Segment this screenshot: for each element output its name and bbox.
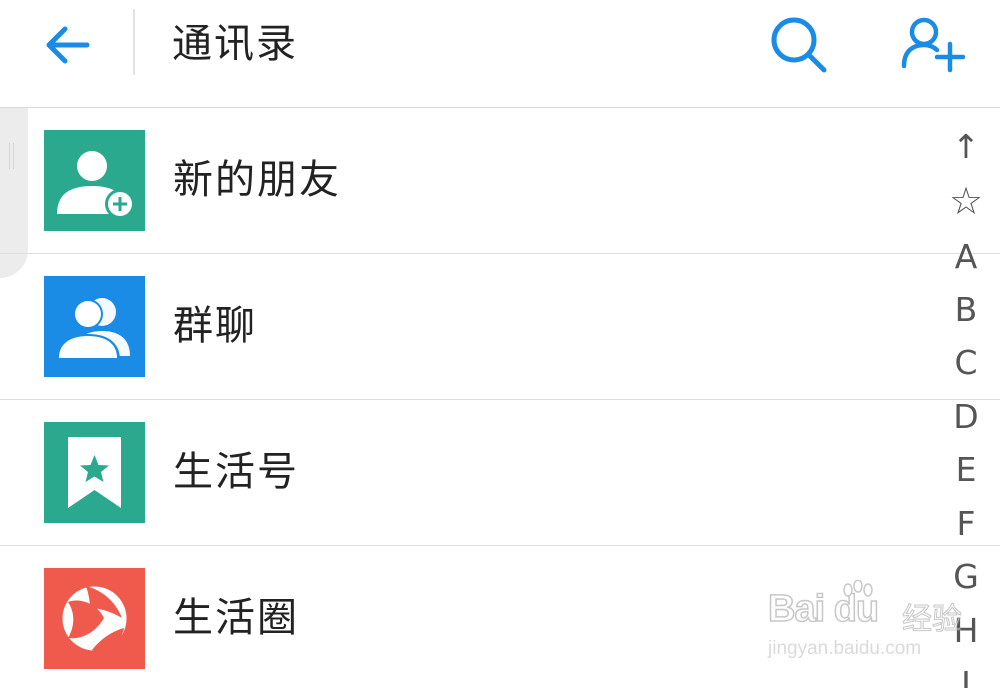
new-friend-icon <box>44 130 145 231</box>
list-item-label: 生活号 <box>173 449 299 495</box>
index-letter-e[interactable]: E <box>940 443 992 497</box>
group-chat-icon <box>44 276 145 377</box>
index-star[interactable]: ☆ <box>940 174 992 228</box>
add-contact-button[interactable] <box>898 12 968 78</box>
index-letter-f[interactable]: F <box>940 497 992 551</box>
index-letter-b[interactable]: B <box>940 283 992 337</box>
baidu-jingyan-watermark: Bai du 经验 jingyan.baidu.com <box>762 578 994 670</box>
list-item-group-chat[interactable]: 群聊 <box>0 254 1000 400</box>
header-divider <box>133 9 135 75</box>
index-letter-c[interactable]: C <box>940 336 992 390</box>
header-bar: 通讯录 <box>0 0 1000 108</box>
bookmark-star-icon <box>44 422 145 523</box>
list-item-label: 群聊 <box>173 303 257 349</box>
page-title: 通讯录 <box>172 21 298 67</box>
list-item-label: 生活圈 <box>173 595 299 641</box>
list-item-label: 新的朋友 <box>173 157 341 203</box>
index-letter-d[interactable]: D <box>940 390 992 444</box>
watermark-brand-cn: 经验 <box>902 602 963 638</box>
paw-icon <box>843 580 873 597</box>
watermark-url: jingyan.baidu.com <box>768 638 922 659</box>
index-arrow-up[interactable]: ↑ <box>940 120 992 174</box>
life-circle-icon <box>44 568 145 669</box>
contacts-screen: 通讯录 新的朋友 群聊 生活号 生活圈 ↑ ☆ A B C D E F G H … <box>0 0 1000 688</box>
search-button[interactable] <box>766 12 832 78</box>
add-contact-icon <box>901 17 966 73</box>
search-icon <box>771 17 827 73</box>
list-item-new-friends[interactable]: 新的朋友 <box>0 108 1000 254</box>
list-item-life-account[interactable]: 生活号 <box>0 400 1000 546</box>
arrow-left-icon <box>46 26 90 64</box>
index-letter-a[interactable]: A <box>940 230 992 284</box>
back-button[interactable] <box>34 14 100 76</box>
